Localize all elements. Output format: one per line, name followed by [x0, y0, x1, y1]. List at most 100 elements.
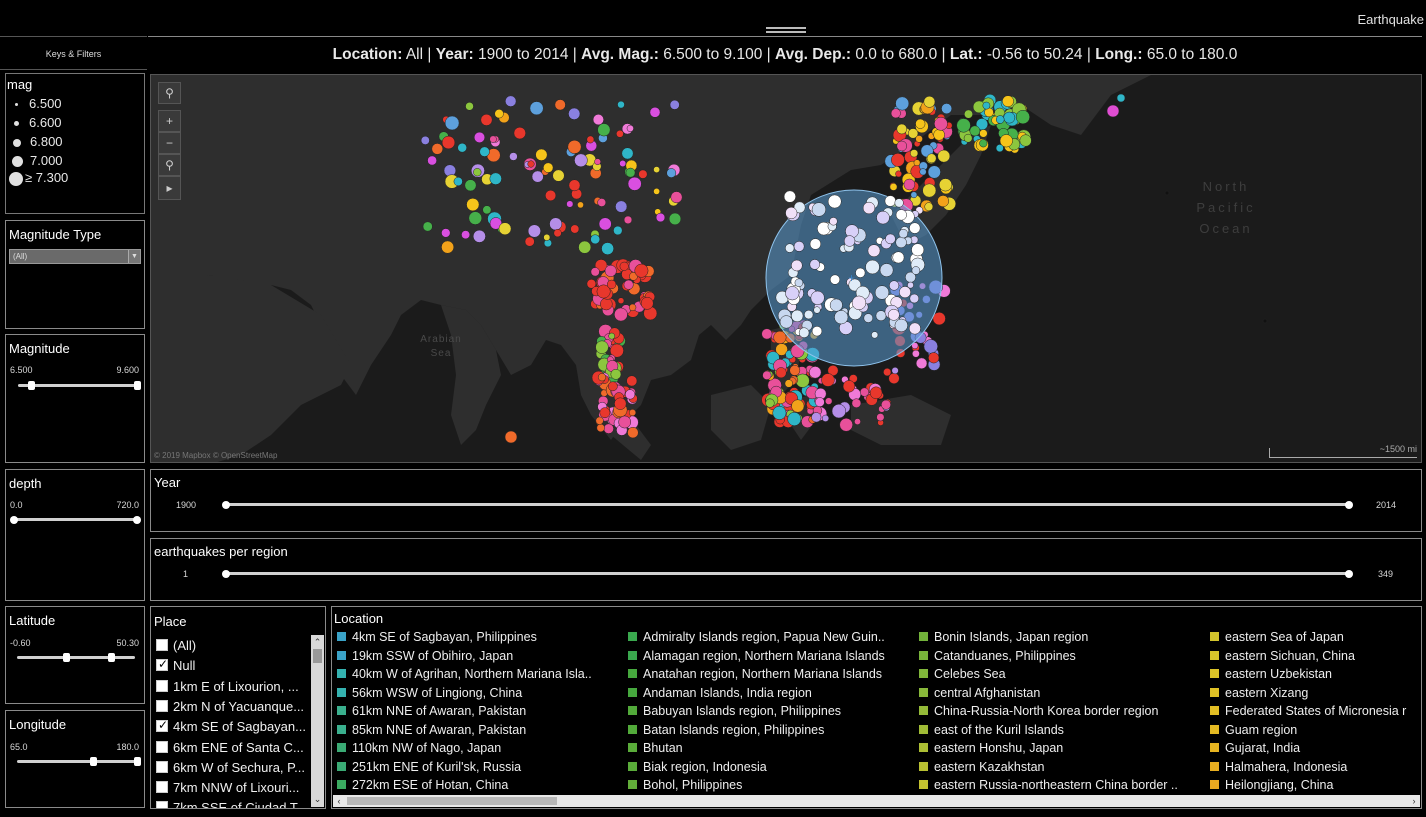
- location-legend-item[interactable]: 40km W of Agrihan, Northern Mariana Isla…: [337, 667, 622, 681]
- location-legend-item[interactable]: Catanduanes, Philippines: [919, 649, 1204, 663]
- per-region-slider-max-handle[interactable]: [1345, 569, 1353, 578]
- scroll-up-icon[interactable]: ⌃: [311, 635, 324, 649]
- longitude-slider[interactable]: [17, 757, 141, 766]
- location-legend-item[interactable]: Bonin Islands, Japan region: [919, 630, 1204, 644]
- location-legend-item[interactable]: Anatahan region, Northern Mariana Island…: [628, 667, 913, 681]
- place-item[interactable]: 1km E of Lixourion, ...: [156, 679, 311, 694]
- location-legend-item[interactable]: Gujarat, India: [1210, 741, 1420, 755]
- location-legend-item[interactable]: Heilongjiang, China: [1210, 778, 1420, 792]
- quake-point: [619, 160, 627, 167]
- year-slider-min-handle[interactable]: [222, 500, 230, 509]
- location-legend-item[interactable]: Admiralty Islands region, Papua New Guin…: [628, 630, 913, 644]
- depth-slider[interactable]: [10, 515, 141, 524]
- place-checkbox[interactable]: [156, 781, 168, 794]
- scroll-right-icon[interactable]: ›: [1408, 795, 1420, 807]
- zoom-in-button[interactable]: +: [158, 110, 181, 132]
- place-scrollbar[interactable]: ⌃ ⌄: [311, 635, 324, 807]
- location-legend-item[interactable]: 19km SSW of Obihiro, Japan: [337, 649, 622, 663]
- map-attribution[interactable]: © 2019 Mapbox © OpenStreetMap: [154, 451, 277, 460]
- longitude-slider-max-handle[interactable]: [134, 757, 141, 766]
- location-scroll-thumb[interactable]: [347, 797, 557, 805]
- location-legend-item[interactable]: Biak region, Indonesia: [628, 760, 913, 774]
- place-checkbox[interactable]: [156, 699, 168, 712]
- place-item[interactable]: 2km N of Yacuanque...: [156, 699, 311, 714]
- quake-point: [554, 99, 566, 111]
- place-checkbox[interactable]: [156, 719, 168, 733]
- per-region-slider[interactable]: [222, 569, 1353, 578]
- location-legend-item[interactable]: eastern Russia-northeastern China border…: [919, 778, 1204, 792]
- location-legend-item[interactable]: eastern Uzbekistan: [1210, 667, 1420, 681]
- scroll-down-icon[interactable]: ⌄: [311, 793, 324, 807]
- quake-point: [535, 148, 548, 161]
- location-legend-item[interactable]: Bohol, Philippines: [628, 778, 913, 792]
- longitude-slider-min-handle[interactable]: [90, 757, 97, 766]
- location-legend-item[interactable]: 4km SE of Sagbayan, Philippines: [337, 630, 622, 644]
- year-slider[interactable]: [222, 500, 1353, 509]
- location-legend-item[interactable]: Guam region: [1210, 723, 1420, 737]
- scroll-left-icon[interactable]: ‹: [333, 795, 345, 807]
- quake-point: [895, 209, 907, 221]
- magnitude-slider[interactable]: [18, 381, 141, 390]
- location-legend-item[interactable]: 272km ESE of Hotan, China: [337, 778, 622, 792]
- location-legend-item[interactable]: east of the Kuril Islands: [919, 723, 1204, 737]
- place-checkbox[interactable]: [156, 760, 168, 773]
- location-legend-item[interactable]: 56km WSW of Lingiong, China: [337, 686, 622, 700]
- place-scroll-thumb[interactable]: [313, 649, 322, 663]
- location-legend-item[interactable]: Halmahera, Indonesia: [1210, 760, 1420, 774]
- latitude-slider-max-handle[interactable]: [108, 653, 115, 662]
- place-checkbox[interactable]: [156, 679, 168, 692]
- expand-toolbar-button[interactable]: ▸: [158, 176, 181, 200]
- place-checkbox[interactable]: [156, 639, 168, 651]
- per-region-slider-min-handle[interactable]: [222, 569, 230, 578]
- depth-slider-min-handle[interactable]: [10, 515, 18, 524]
- latitude-slider[interactable]: [17, 653, 135, 662]
- location-hscrollbar[interactable]: ‹ ›: [333, 795, 1420, 807]
- location-legend-item[interactable]: 85km NNE of Awaran, Pakistan: [337, 723, 622, 737]
- location-legend-item[interactable]: 61km NNE of Awaran, Pakistan: [337, 704, 622, 718]
- location-legend-item[interactable]: eastern Sichuan, China: [1210, 649, 1420, 663]
- magnitude-type-dropdown[interactable]: (All) ▼: [9, 249, 141, 264]
- place-checkbox[interactable]: [156, 658, 168, 672]
- place-item[interactable]: 7km SSE of Ciudad T...: [156, 800, 311, 808]
- place-item[interactable]: 6km ENE of Santa C...: [156, 740, 311, 755]
- location-legend-item[interactable]: eastern Xizang: [1210, 686, 1420, 700]
- place-item[interactable]: Null: [156, 658, 311, 673]
- location-legend-item[interactable]: Federated States of Micronesia r: [1210, 704, 1420, 718]
- sea-label-line-1: Arabian: [420, 334, 462, 345]
- year-min-label: 1900: [176, 500, 197, 510]
- place-checkbox[interactable]: [156, 740, 168, 753]
- search-map-button[interactable]: ⚲: [158, 82, 181, 104]
- latitude-slider-min-handle[interactable]: [63, 653, 70, 662]
- location-legend-item[interactable]: Alamagan region, Northern Mariana Island…: [628, 649, 913, 663]
- color-swatch-icon: [337, 743, 346, 752]
- location-legend-item[interactable]: eastern Sea of Japan: [1210, 630, 1420, 644]
- location-legend-item[interactable]: Bhutan: [628, 741, 913, 755]
- location-legend-item[interactable]: China-Russia-North Korea border region: [919, 704, 1204, 718]
- place-item-label: 2km N of Yacuanque...: [173, 698, 305, 714]
- place-checkbox[interactable]: [156, 801, 168, 808]
- map-canvas[interactable]: +: [151, 75, 1422, 463]
- year-slider-max-handle[interactable]: [1345, 500, 1353, 509]
- location-legend-item[interactable]: Batan Islands region, Philippines: [628, 723, 913, 737]
- place-item[interactable]: (All): [156, 638, 311, 653]
- location-legend-item[interactable]: central Afghanistan: [919, 686, 1204, 700]
- top-grip[interactable]: [766, 27, 806, 33]
- place-item[interactable]: 6km W of Sechura, P...: [156, 760, 311, 775]
- depth-slider-max-handle[interactable]: [133, 515, 141, 524]
- location-legend-item[interactable]: 110km NW of Nago, Japan: [337, 741, 622, 755]
- location-legend-item[interactable]: eastern Honshu, Japan: [919, 741, 1204, 755]
- map-view[interactable]: + North Pacific Ocean Arabian Sea © 2019…: [150, 74, 1422, 463]
- location-legend-item[interactable]: Babuyan Islands region, Philippines: [628, 704, 913, 718]
- magnitude-slider-min-handle[interactable]: [28, 381, 35, 390]
- pin-map-button[interactable]: ⚲: [158, 154, 181, 176]
- location-legend-item[interactable]: Andaman Islands, India region: [628, 686, 913, 700]
- quake-point: [441, 228, 451, 238]
- place-item[interactable]: 7km NNW of Lixouri...: [156, 780, 311, 795]
- zoom-out-button[interactable]: −: [158, 132, 181, 154]
- place-item[interactable]: 4km SE of Sagbayan...: [156, 719, 311, 734]
- location-legend-item[interactable]: 251km ENE of Kuril'sk, Russia: [337, 760, 622, 774]
- magnitude-slider-max-handle[interactable]: [134, 381, 141, 390]
- quake-point: [969, 125, 981, 137]
- location-legend-item[interactable]: Celebes Sea: [919, 667, 1204, 681]
- location-legend-item[interactable]: eastern Kazakhstan: [919, 760, 1204, 774]
